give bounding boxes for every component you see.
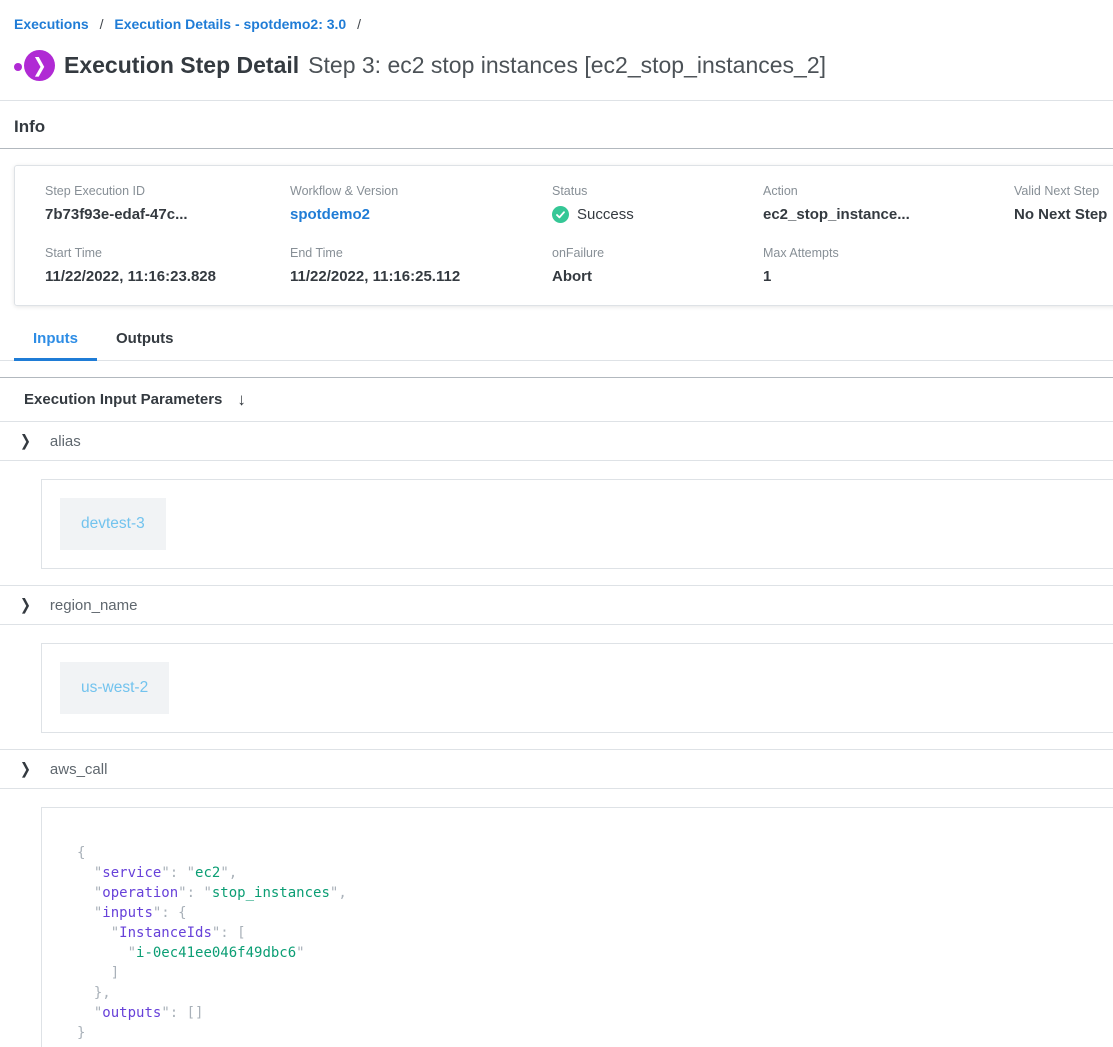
max-attempts-value: 1 (763, 268, 1014, 285)
breadcrumb-link-execution-details[interactable]: Execution Details - spotdemo2: 3.0 (114, 16, 346, 32)
breadcrumb-link-executions[interactable]: Executions (14, 16, 89, 32)
alias-value-chip: devtest-3 (60, 498, 166, 550)
tab-inputs[interactable]: Inputs (14, 320, 97, 361)
field-start-time: Start Time 11/22/2022, 11:16:23.828 (45, 246, 290, 285)
json-code-block: { "service": "ec2", "operation": "stop_i… (77, 843, 1113, 1043)
field-max-attempts: Max Attempts 1 (763, 246, 1014, 285)
aws-call-json-panel: { "service": "ec2", "operation": "stop_i… (41, 807, 1113, 1047)
page-subtitle: Step 3: ec2 stop instances [ec2_stop_ins… (308, 52, 826, 78)
field-status: Status Success (552, 184, 763, 223)
region-name-value-panel: us-west-2 (41, 643, 1113, 733)
section-label: aws_call (50, 761, 108, 778)
breadcrumb-separator: / (357, 16, 361, 32)
section-label: region_name (50, 597, 138, 614)
success-check-icon (552, 206, 569, 223)
section-alias-header[interactable]: ❯ alias (0, 422, 1113, 461)
chevron-right-icon: ❯ (20, 595, 31, 614)
workflow-link[interactable]: spotdemo2 (290, 206, 552, 223)
valid-next-step-value: No Next Step (1014, 206, 1113, 223)
params-heading: Execution Input Parameters (24, 391, 222, 408)
tab-outputs[interactable]: Outputs (97, 320, 193, 361)
step-execution-id-value: 7b73f93e-edaf-47c... (45, 206, 290, 223)
start-time-value: 11/22/2022, 11:16:23.828 (45, 268, 290, 285)
sort-descending-icon[interactable]: ↓ (237, 390, 246, 410)
divider (0, 100, 1113, 101)
alias-value-panel: devtest-3 (41, 479, 1113, 569)
section-region-name: ❯ region_name us-west-2 (0, 586, 1113, 750)
field-onfailure: onFailure Abort (552, 246, 763, 285)
divider (0, 148, 1113, 149)
end-time-value: 11/22/2022, 11:16:25.112 (290, 268, 552, 285)
app-logo-icon: ❯ (14, 49, 54, 82)
action-value: ec2_stop_instance... (763, 206, 1014, 223)
execution-input-parameters-header[interactable]: Execution Input Parameters ↓ (0, 378, 1113, 422)
tab-bar: Inputs Outputs (0, 320, 1113, 361)
page-title: Execution Step Detail (64, 52, 299, 78)
info-heading: Info (14, 117, 1113, 137)
region-name-value-chip: us-west-2 (60, 662, 169, 714)
field-valid-next-step: Valid Next Step No Next Step (1014, 184, 1113, 223)
field-step-execution-id: Step Execution ID 7b73f93e-edaf-47c... (45, 184, 290, 223)
status-value: Success (577, 206, 634, 223)
field-end-time: End Time 11/22/2022, 11:16:25.112 (290, 246, 552, 285)
field-action: Action ec2_stop_instance... (763, 184, 1014, 223)
page-header: ❯ Execution Step Detail Step 3: ec2 stop … (14, 49, 1113, 82)
section-alias: ❯ alias devtest-3 (0, 422, 1113, 586)
section-label: alias (50, 433, 81, 450)
chevron-right-icon: ❯ (20, 759, 31, 778)
section-region-name-header[interactable]: ❯ region_name (0, 586, 1113, 625)
section-aws-call: ❯ aws_call { "service": "ec2", "operatio… (0, 750, 1113, 1047)
info-card: Step Execution ID 7b73f93e-edaf-47c... W… (14, 165, 1113, 306)
onfailure-value: Abort (552, 268, 763, 285)
breadcrumb: Executions / Execution Details - spotdem… (0, 0, 1113, 32)
chevron-right-icon: ❯ (20, 431, 31, 450)
breadcrumb-separator: / (100, 16, 104, 32)
section-aws-call-header[interactable]: ❯ aws_call (0, 750, 1113, 789)
field-workflow-version: Workflow & Version spotdemo2 (290, 184, 552, 223)
